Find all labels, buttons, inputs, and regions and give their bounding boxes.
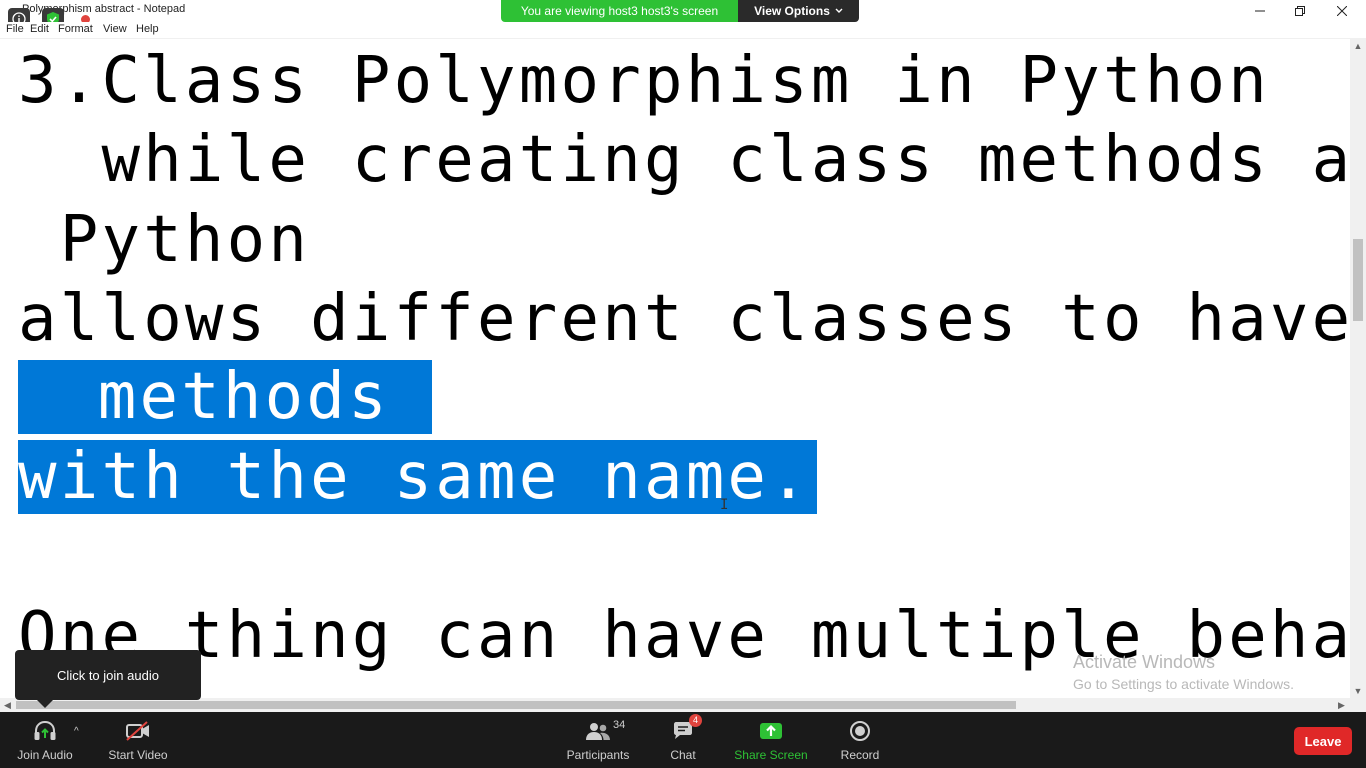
text-cursor-icon: I	[720, 497, 729, 513]
participants-button[interactable]: 34 Participants	[561, 712, 635, 768]
menu-help[interactable]: Help	[136, 23, 159, 35]
scroll-down-icon[interactable]: ▼	[1350, 686, 1366, 696]
video-off-icon	[126, 721, 149, 741]
chat-button[interactable]: 4 Chat	[658, 712, 708, 768]
scrollbar-corner	[1350, 698, 1366, 712]
menu-format[interactable]: Format	[58, 23, 93, 35]
menu-view[interactable]: View	[103, 23, 127, 35]
headphones-icon	[34, 720, 56, 740]
selected-text: with the same name.	[18, 440, 817, 514]
chevron-down-icon	[835, 8, 843, 13]
share-screen-label: Share Screen	[734, 748, 808, 762]
activate-windows-title: Activate Windows	[1073, 652, 1216, 672]
record-icon	[850, 721, 870, 741]
chat-label: Chat	[670, 748, 696, 762]
chat-unread-badge: 4	[689, 714, 702, 727]
text-line: allows different classes to have	[18, 282, 1350, 356]
minimize-button[interactable]	[1240, 0, 1280, 22]
participants-icon	[586, 723, 610, 740]
leave-meeting-button[interactable]: Leave	[1294, 727, 1352, 755]
notepad-menubar: File Edit Format View Help	[0, 22, 1366, 39]
scroll-left-icon[interactable]: ◀	[4, 698, 11, 712]
audio-options-chevron-icon[interactable]: ^	[74, 726, 79, 737]
join-audio-button[interactable]: Join Audio	[10, 712, 80, 768]
horizontal-scrollbar[interactable]: ◀ ▶	[0, 698, 1350, 712]
record-label: Record	[840, 748, 880, 762]
menu-file[interactable]: File	[6, 23, 24, 35]
restore-icon	[1295, 6, 1305, 16]
vertical-scroll-thumb[interactable]	[1353, 239, 1363, 321]
scroll-right-icon[interactable]: ▶	[1338, 698, 1345, 712]
text-line: 3.Class Polymorphism in Python	[18, 44, 1270, 118]
start-video-label: Start Video	[108, 748, 168, 762]
activate-windows-subtitle: Go to Settings to activate Windows.	[1073, 676, 1294, 692]
viewing-status: You are viewing host3 host3's screen	[501, 0, 738, 22]
participants-count: 34	[613, 719, 626, 731]
share-screen-icon	[760, 723, 782, 739]
text-line: while creating class methods as	[18, 123, 1350, 197]
menu-edit[interactable]: Edit	[30, 23, 49, 35]
join-audio-tooltip[interactable]: Click to join audio	[15, 650, 201, 708]
share-screen-button[interactable]: Share Screen	[731, 712, 811, 768]
screen-share-banner: You are viewing host3 host3's screen Vie…	[501, 0, 859, 22]
selected-text: methods	[18, 360, 432, 434]
text-line-selected: with the same name.	[18, 437, 817, 517]
text-line: Python	[18, 203, 311, 277]
minimize-icon	[1255, 10, 1265, 12]
close-icon	[1337, 6, 1347, 16]
view-options-button[interactable]: View Options	[738, 0, 859, 22]
participants-label: Participants	[566, 748, 630, 762]
record-button[interactable]: Record	[835, 712, 885, 768]
horizontal-scroll-thumb[interactable]	[16, 701, 1016, 709]
zoom-meeting-toolbar: Join Audio ^ Start Video 34 Participants	[0, 712, 1366, 768]
restore-button[interactable]	[1280, 0, 1320, 22]
start-video-button[interactable]: Start Video	[103, 712, 173, 768]
text-line-selected: methods	[18, 357, 432, 437]
vertical-scrollbar[interactable]: ▲ ▼	[1350, 39, 1366, 698]
close-button[interactable]	[1322, 0, 1362, 22]
join-audio-label: Join Audio	[17, 748, 73, 762]
view-options-label: View Options	[754, 4, 830, 18]
notepad-text-area[interactable]: 3.Class Polymorphism in Python while cre…	[0, 39, 1350, 698]
scroll-up-icon[interactable]: ▲	[1350, 41, 1366, 51]
